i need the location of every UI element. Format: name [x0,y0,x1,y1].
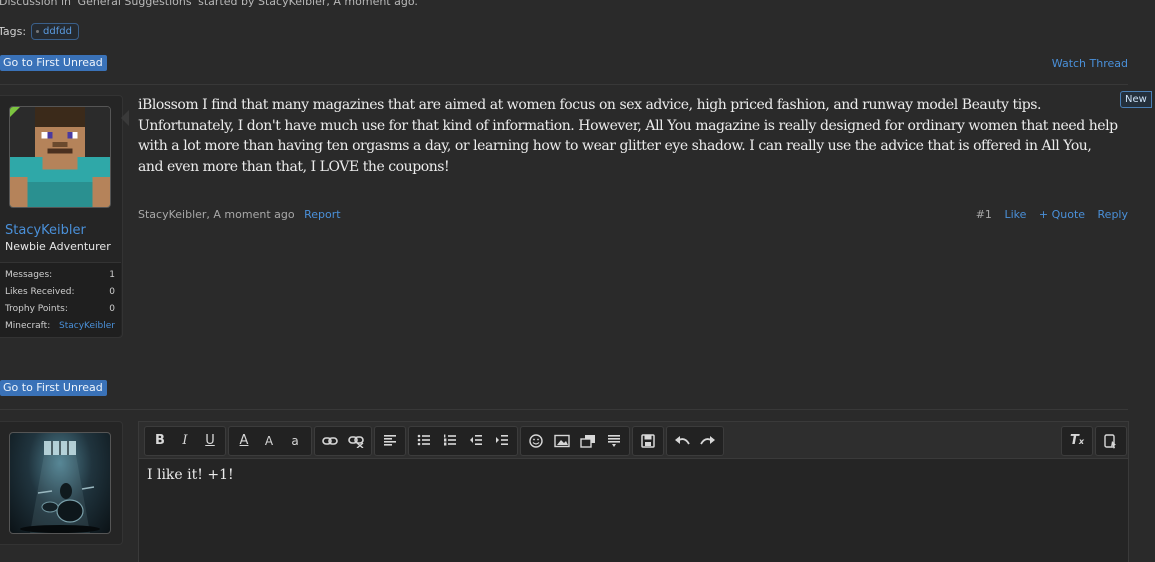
toolbar-group-clear: Tx [1061,426,1093,456]
media-icon[interactable] [578,432,598,450]
toggle-bbcode-icon[interactable] [1101,432,1121,450]
stat-messages: Messages: 1 [5,270,115,280]
post-meta: StacyKeibler, A moment ago Report [138,208,341,221]
image-icon[interactable] [552,432,572,450]
stat-likes: Likes Received: 0 [5,287,115,297]
stat-value: 1 [109,270,115,280]
reply-user-card [0,421,123,545]
more-options-icon[interactable] [604,432,624,450]
stat-label: Minecraft: [5,321,51,331]
like-link[interactable]: Like [1004,208,1026,221]
remove-format-glyph: T [1069,433,1079,448]
toolbar-group-align [374,426,406,456]
post-author[interactable]: StacyKeibler [138,208,206,221]
reply-avatar[interactable] [9,432,111,534]
toolbar-group-lists [408,426,518,456]
numbered-list-icon[interactable] [440,432,460,450]
underline-button[interactable]: U [200,432,220,450]
steve-avatar-icon [10,107,110,207]
bold-button[interactable]: B [150,432,170,450]
card-arrow [121,110,129,126]
reply-editor: B I U A A a Tx I like it! +1! [138,421,1129,562]
font-family-button[interactable]: a [285,432,305,450]
stat-value: 0 [109,304,115,314]
toolbar-group-toggle [1095,426,1127,456]
toolbar-group-insert [520,426,630,456]
stat-minecraft: Minecraft: StacyKeibler [5,321,115,331]
save-draft-icon[interactable] [638,432,658,450]
user-stats: Messages: 1 Likes Received: 0 Trophy Poi… [0,262,121,337]
minecraft-name-link[interactable]: StacyKeibler [59,321,115,331]
report-link[interactable]: Report [304,208,340,221]
remove-format-icon[interactable]: Tx [1067,432,1087,450]
quote-link[interactable]: + Quote [1039,208,1085,221]
tags-label: Tags: [0,25,27,38]
post-actions: #1 Like + Quote Reply [976,208,1128,221]
divider [0,84,1128,85]
username-link[interactable]: StacyKeibler [5,223,86,238]
toolbar-group-draft [632,426,664,456]
go-first-unread-button-bottom[interactable]: Go to First Unread [0,380,107,396]
thread-byline: Discussion in 'General Suggestions' star… [0,0,418,8]
bullet-list-icon[interactable] [414,432,434,450]
font-size-button[interactable]: A [259,432,279,450]
stat-label: Trophy Points: [5,304,68,314]
stat-value: 0 [109,287,115,297]
watch-thread-link[interactable]: Watch Thread [1052,57,1128,70]
outdent-icon[interactable] [466,432,486,450]
stat-label: Likes Received: [5,287,75,297]
post-number[interactable]: #1 [976,208,992,221]
smilie-icon[interactable] [526,432,546,450]
stat-trophy-points: Trophy Points: 0 [5,304,115,314]
align-left-icon[interactable] [380,432,400,450]
go-first-unread-button[interactable]: Go to First Unread [0,55,107,71]
post-body: iBlossom I find that many magazines that… [138,97,1118,175]
post-time[interactable]: , A moment ago [206,208,294,221]
italic-button[interactable]: I [175,432,195,450]
online-flag-icon [10,107,20,117]
tag-ddfdd[interactable]: ddfdd [31,23,79,40]
unlink-icon[interactable] [346,432,366,450]
editor-toolbar: B I U A A a Tx [139,422,1128,459]
avatar[interactable] [9,106,111,208]
stat-label: Messages: [5,270,53,280]
user-card: StacyKeibler Newbie Adventurer Messages:… [0,95,123,338]
undo-icon[interactable] [672,432,692,450]
link-icon[interactable] [320,432,340,450]
user-title: Newbie Adventurer [5,240,111,253]
divider [0,409,1128,410]
remove-format-x: x [1078,437,1085,446]
toolbar-group-basic: B I U [144,426,226,456]
new-badge: New [1120,91,1152,108]
reply-link[interactable]: Reply [1098,208,1128,221]
toolbar-group-links [314,426,372,456]
indent-icon[interactable] [492,432,512,450]
drummer-avatar-icon [20,441,100,533]
toolbar-group-history [666,426,724,456]
toolbar-group-font: A A a [228,426,312,456]
redo-icon[interactable] [698,432,718,450]
font-color-button[interactable]: A [234,432,254,450]
reply-textarea[interactable]: I like it! +1! [147,467,234,483]
